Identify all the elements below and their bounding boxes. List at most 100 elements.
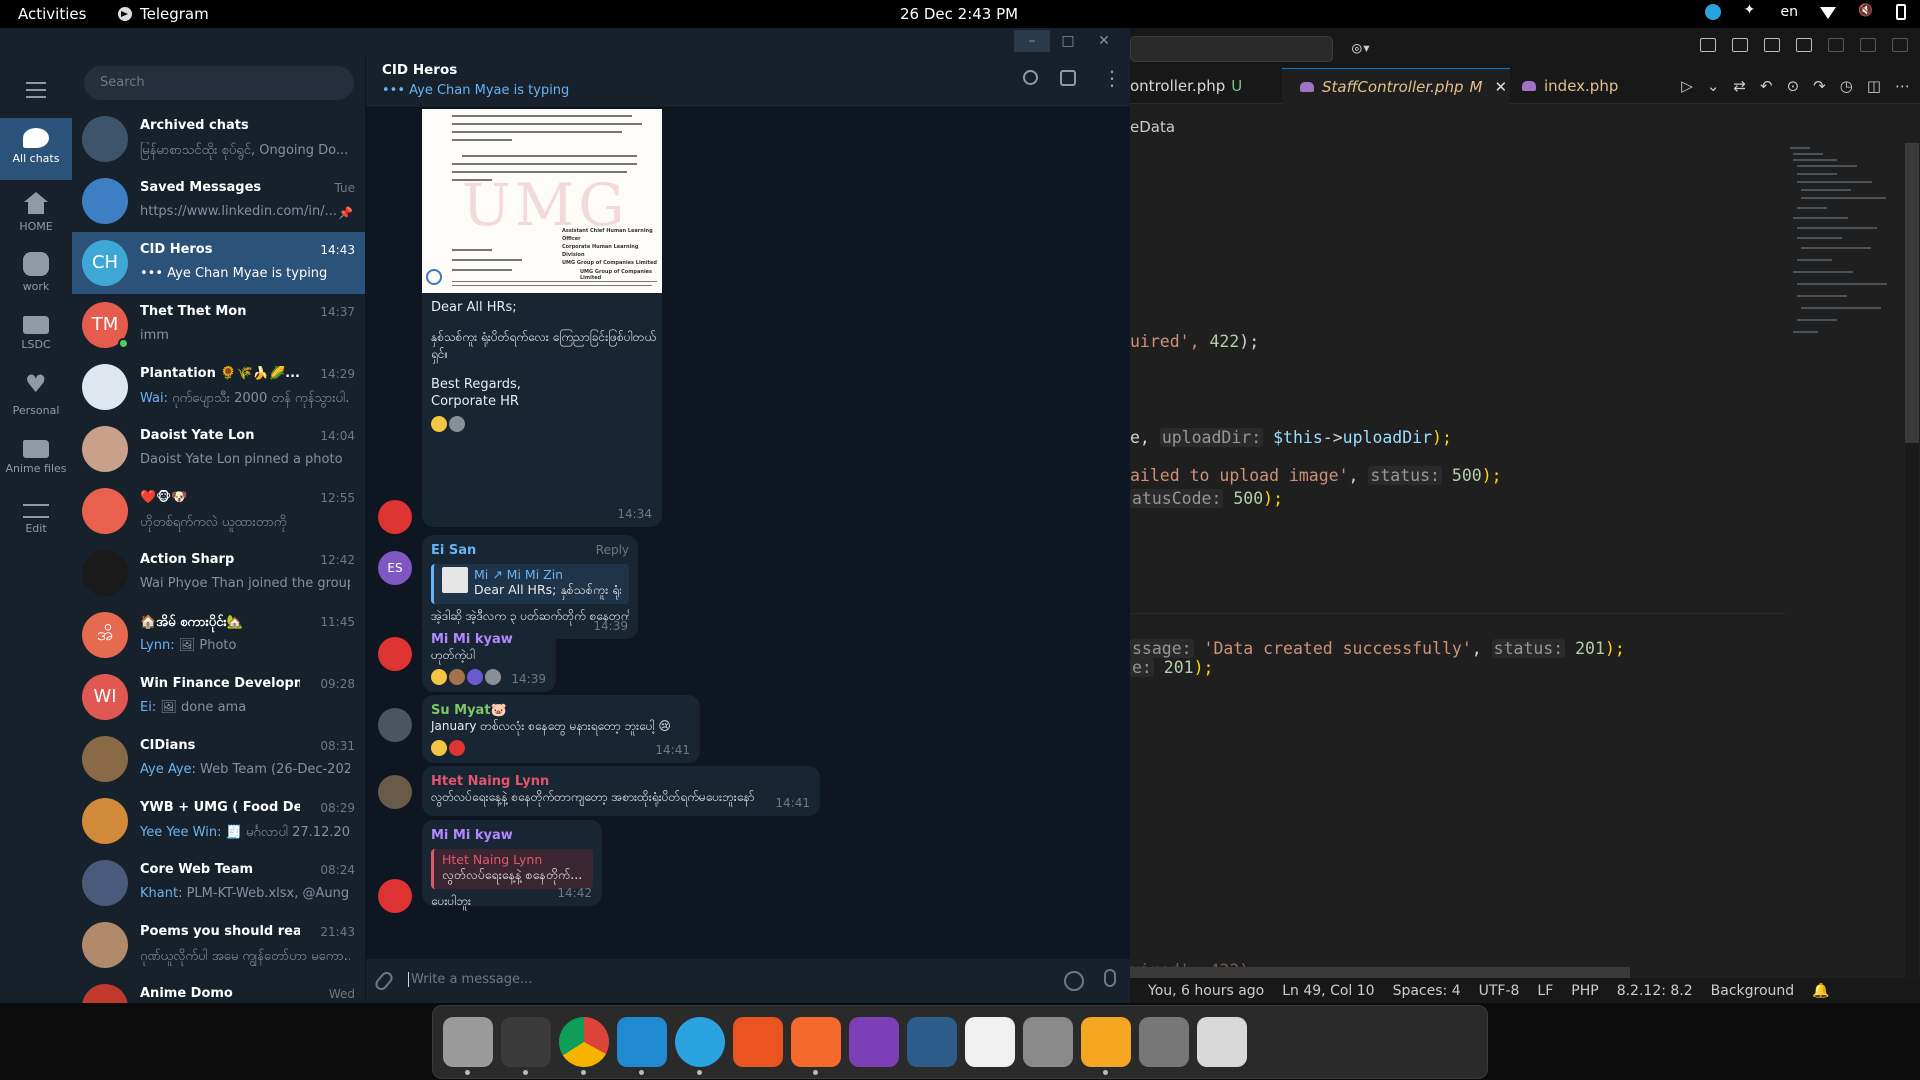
sender-name[interactable]: Htet Naing Lynn <box>431 774 811 789</box>
chat-list-item[interactable]: WI Win Finance Developm... 09:28 Ei: 🖼 done… <box>72 666 365 728</box>
emoji-icon[interactable] <box>1064 971 1084 991</box>
code-editor[interactable]: uired', 422); e, uploadDir: $this->uploa… <box>1130 28 1625 980</box>
message-bubble[interactable]: Mi Mi kyaw ဟုတ်ကဲ့ပါ 14:39 <box>422 624 556 692</box>
sender-name[interactable]: Mi Mi kyaw <box>431 632 547 647</box>
system-tray[interactable]: en <box>1704 2 1906 20</box>
avatar[interactable]: ES <box>378 551 412 585</box>
avatar[interactable] <box>378 775 412 809</box>
message-input[interactable]: Write a message... <box>408 972 532 987</box>
avatar[interactable] <box>378 879 412 913</box>
folder-home[interactable]: HOME <box>0 180 72 242</box>
language-mode[interactable]: PHP <box>1571 983 1598 999</box>
volume-muted-icon[interactable] <box>1858 3 1874 20</box>
cursor-position[interactable]: Ln 49, Col 10 <box>1282 983 1374 999</box>
line-ending[interactable]: LF <box>1537 983 1553 999</box>
restore-icon[interactable] <box>1860 38 1876 52</box>
app-menu[interactable]: Telegram <box>118 5 209 23</box>
encoding[interactable]: UTF-8 <box>1479 983 1520 999</box>
reactions[interactable] <box>431 416 465 432</box>
language-indicator[interactable]: en <box>1781 4 1799 20</box>
sender-name[interactable]: Su Myat🐷 <box>431 703 691 718</box>
chevron-down-icon[interactable]: ⌄ <box>1707 77 1720 95</box>
chat-list-item[interactable]: Daoist Yate Lon 14:04 Daoist Yate Lon pinn… <box>72 418 365 480</box>
thumbs-up-emoji[interactable] <box>431 740 447 756</box>
chat-list-item[interactable]: Poems you should read... 21:43 ဂုဏ်ယူလိုက်… <box>72 914 365 976</box>
close-icon[interactable] <box>1892 38 1908 52</box>
folder-lsdc[interactable]: LSDC <box>0 304 72 366</box>
vertical-scrollbar[interactable] <box>1905 143 1919 1003</box>
chat-list-item[interactable]: ❤️🐵🐶 12:55 ဟိုတစ်ရက်ကလဲ ယူထားတာကို <box>72 480 365 542</box>
go-back-icon[interactable]: ↶ <box>1760 77 1773 95</box>
folder-anime-files[interactable]: Anime files <box>0 428 72 490</box>
maximize-button[interactable]: □ <box>1050 30 1086 52</box>
run-icon[interactable]: ▷ <box>1681 77 1693 95</box>
sender-name[interactable]: Mi Mi kyaw <box>431 828 593 843</box>
chat-list-item[interactable]: TM Thet Thet Mon 14:37 imm <box>72 294 365 356</box>
chat-header[interactable]: CID Heros ••• Aye Chan Myae is typing <box>366 54 1130 108</box>
telegram-app[interactable] <box>675 1017 725 1067</box>
chat-list-item[interactable]: အိ 🏠အိမ် စကားပိုင်း🏡 11:45 Lynn: 🖼 Photo <box>72 604 365 666</box>
microphone-icon[interactable] <box>1104 969 1116 987</box>
app-center[interactable] <box>733 1017 783 1067</box>
reactions[interactable] <box>431 669 501 685</box>
close-button[interactable]: ✕ <box>1086 30 1122 52</box>
folder-work[interactable]: work <box>0 242 72 304</box>
chat-list-item[interactable]: Anime Domo Wed <box>72 976 365 1003</box>
customize-layout-icon[interactable] <box>1700 38 1716 52</box>
chat-list-item[interactable]: Core Web Team 08:24 Khant: PLM-KT-Web.xlsx… <box>72 852 365 914</box>
show-apps[interactable] <box>1255 1017 1305 1067</box>
message-bubble[interactable]: Htet Naing Lynn လွတ်လပ်ရေးနေ့နဲ့ စနေတိုက… <box>422 766 820 816</box>
background-task[interactable]: Background <box>1711 983 1795 999</box>
message-bubble[interactable]: Su Myat🐷 January တစ်လလုံး စနေတွေ မနားရတေ… <box>422 695 700 763</box>
sender-name[interactable]: Ei San <box>431 543 476 558</box>
sidebar-toggle-icon[interactable] <box>1060 70 1076 86</box>
git-blame-status[interactable]: You, 6 hours ago <box>1148 983 1264 999</box>
message-bubble[interactable]: UMG Assistant Chief Human Learning Offic… <box>422 109 662 527</box>
indentation[interactable]: Spaces: 4 <box>1393 983 1461 999</box>
minimize-button[interactable]: – <box>1014 30 1050 52</box>
chat-list-item[interactable]: Saved Messages Tue https://www.linkedin.co… <box>72 170 365 232</box>
minimize-icon[interactable] <box>1828 38 1844 52</box>
activities-button[interactable]: Activities <box>18 5 86 23</box>
chat-list-item[interactable]: Plantation 🌻🌾🍌🌽... 14:29 Wai: ဂုက်ပျောသီး … <box>72 356 365 418</box>
avatar[interactable] <box>378 708 412 742</box>
toggle-panel-icon[interactable] <box>1764 38 1780 52</box>
main-menu-button[interactable] <box>0 68 72 118</box>
settings-app[interactable] <box>1023 1017 1073 1067</box>
folder-all-chats[interactable]: All chats <box>0 118 72 180</box>
search-icon[interactable] <box>1023 70 1038 85</box>
close-tab-icon[interactable]: ✕ <box>1494 78 1507 96</box>
tab-staffcontroller[interactable]: StaffController.php M ✕ <box>1282 68 1510 104</box>
chat-list-item[interactable]: Archived chats မြန်မာစာသင်ထိုး စုပ်ရွင်, … <box>72 108 365 170</box>
reply-button[interactable]: Reply <box>596 543 629 558</box>
reactions[interactable] <box>431 740 465 756</box>
go-forward-icon[interactable]: ↷ <box>1813 77 1826 95</box>
bell-icon[interactable]: 🔔 <box>1812 983 1829 999</box>
sad-emoji[interactable] <box>431 416 447 432</box>
folder-personal[interactable]: Personal <box>0 366 72 428</box>
chat-list-item[interactable]: CH CID Heros 14:43 ••• Aye Chan Myae is typ… <box>72 232 365 294</box>
files-app[interactable] <box>443 1017 493 1067</box>
more-options-icon[interactable] <box>1098 66 1122 90</box>
avatar[interactable] <box>378 500 412 534</box>
forwarded-quote[interactable]: Mi ↗ Mi Mi Zin Dear All HRs; နှစ်သစ်ကူး … <box>431 564 629 604</box>
php-version[interactable]: 8.2.12: 8.2 <box>1617 983 1693 999</box>
github-desktop-app[interactable] <box>849 1017 899 1067</box>
compare-icon[interactable]: ⇄ <box>1733 77 1746 95</box>
battery-icon[interactable] <box>1896 4 1906 20</box>
drawing-app[interactable] <box>791 1017 841 1067</box>
minimap[interactable] <box>1785 143 1895 393</box>
vscode-app[interactable] <box>617 1017 667 1067</box>
message-list[interactable]: UMG Assistant Chief Human Learning Offic… <box>366 109 1130 959</box>
more-icon[interactable]: ⋯ <box>1895 77 1910 95</box>
chat-list-item[interactable]: Action Sharp 12:42 Wai Phyoe Than joined t… <box>72 542 365 604</box>
copilot-icon[interactable]: ◎▾ <box>1352 38 1371 57</box>
wifi-icon[interactable] <box>1820 7 1836 19</box>
chat-list-item[interactable]: CIDians 08:31 Aye Aye: Web Team (26-Dec-20… <box>72 728 365 790</box>
accessibility-icon[interactable] <box>1743 2 1759 20</box>
chat-title[interactable]: CID Heros <box>382 62 457 78</box>
toggle-secondary-sidebar-icon[interactable] <box>1796 38 1812 52</box>
tab-index[interactable]: index.php <box>1512 68 1642 104</box>
chat-list-item[interactable]: YWB + UMG ( Food Deli... 08:29 Yee Yee Win… <box>72 790 365 852</box>
timeline-icon[interactable]: ◷ <box>1840 77 1853 95</box>
